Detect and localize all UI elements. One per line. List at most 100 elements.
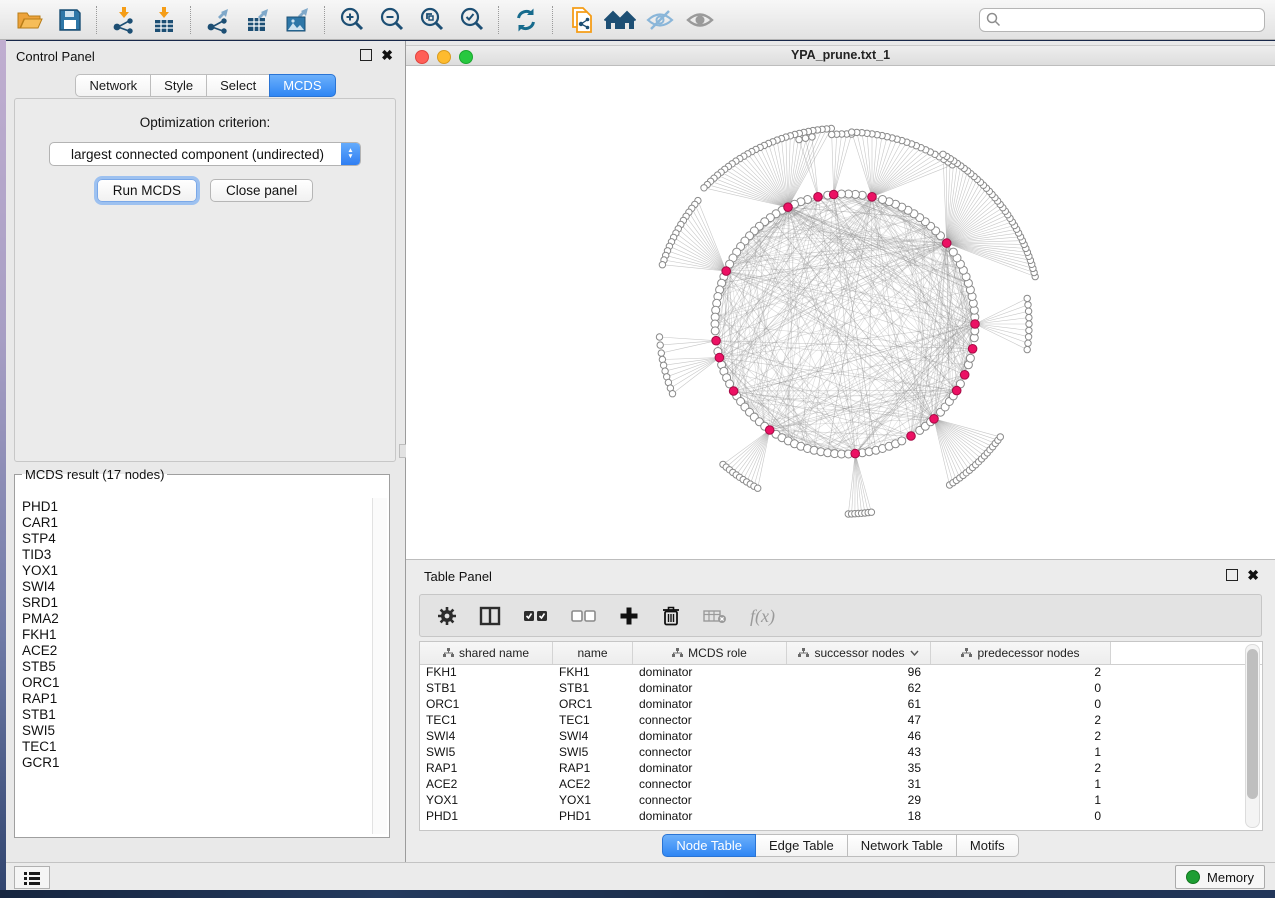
export-table-button[interactable] bbox=[238, 3, 278, 37]
import-network-icon bbox=[110, 6, 138, 34]
zoom-selected-button[interactable] bbox=[452, 3, 492, 37]
table-row[interactable]: RAP1RAP1dominator352 bbox=[420, 760, 1262, 776]
result-item: ORC1 bbox=[22, 675, 371, 691]
refresh-button[interactable] bbox=[506, 3, 546, 37]
memory-status-icon bbox=[1186, 870, 1200, 884]
network-canvas[interactable] bbox=[406, 66, 1275, 559]
tab-node-table[interactable]: Node Table bbox=[662, 834, 756, 857]
tab-select[interactable]: Select bbox=[206, 74, 270, 97]
table-row[interactable]: TEC1TEC1connector472 bbox=[420, 712, 1262, 728]
table-panel-title: Table Panel bbox=[424, 569, 492, 584]
search-input[interactable] bbox=[979, 8, 1265, 32]
select-all-button[interactable] bbox=[522, 605, 550, 627]
cell: 47 bbox=[787, 712, 931, 728]
toolbar-separator bbox=[498, 6, 500, 34]
control-panel: Control Panel ✖ NetworkStyleSelectMCDS O… bbox=[6, 41, 406, 862]
table-row[interactable]: ORC1ORC1dominator610 bbox=[420, 696, 1262, 712]
cell: 0 bbox=[931, 680, 1111, 696]
close-window-icon[interactable] bbox=[415, 50, 429, 64]
column-header-name[interactable]: name bbox=[553, 642, 633, 664]
table-row[interactable]: ACE2ACE2connector311 bbox=[420, 776, 1262, 792]
cell: 2 bbox=[931, 712, 1111, 728]
table-scrollbar[interactable] bbox=[1245, 644, 1260, 828]
duplicate-network-button[interactable] bbox=[560, 3, 600, 37]
duplicate-network-icon bbox=[566, 6, 594, 34]
eye-slash-icon bbox=[645, 7, 675, 33]
table-row[interactable]: PHD1PHD1dominator180 bbox=[420, 808, 1262, 824]
table-body: FKH1FKH1dominator962STB1STB1dominator620… bbox=[420, 664, 1262, 830]
close-table-panel-icon[interactable]: ✖ bbox=[1247, 570, 1259, 580]
column-header-MCDS-role[interactable]: MCDS role bbox=[633, 642, 787, 664]
first-neighbors-button[interactable] bbox=[600, 3, 640, 37]
cell: dominator bbox=[633, 664, 787, 680]
zoom-out-button[interactable] bbox=[372, 3, 412, 37]
zoom-fit-button[interactable] bbox=[412, 3, 452, 37]
float-table-panel-icon[interactable] bbox=[1226, 569, 1238, 581]
delete-table-icon bbox=[702, 605, 728, 627]
function-builder-button[interactable]: f(x) bbox=[748, 604, 788, 628]
deselect-all-button[interactable] bbox=[570, 605, 598, 627]
table-row[interactable]: SWI4SWI4dominator462 bbox=[420, 728, 1262, 744]
show-all-button[interactable] bbox=[680, 3, 720, 37]
mcds-result-title: MCDS result (17 nodes) bbox=[22, 467, 167, 482]
table-row[interactable]: YOX1YOX1connector291 bbox=[420, 792, 1262, 808]
table-row[interactable]: FKH1FKH1dominator962 bbox=[420, 664, 1262, 680]
run-mcds-button[interactable]: Run MCDS bbox=[97, 179, 197, 202]
scrollbar-thumb[interactable] bbox=[1247, 649, 1258, 799]
close-panel-button[interactable]: Close panel bbox=[210, 179, 313, 202]
column-header-predecessor-nodes[interactable]: predecessor nodes bbox=[931, 642, 1111, 664]
delete-column-button[interactable] bbox=[660, 605, 682, 627]
column-layout-button[interactable] bbox=[478, 605, 502, 627]
cell: SWI5 bbox=[420, 744, 553, 760]
minimize-window-icon[interactable] bbox=[437, 50, 451, 64]
close-panel-icon[interactable]: ✖ bbox=[381, 50, 393, 60]
search-icon bbox=[986, 12, 1001, 27]
search-field[interactable] bbox=[979, 8, 1265, 32]
cell: FKH1 bbox=[420, 664, 553, 680]
import-network-button[interactable] bbox=[104, 3, 144, 37]
delete-table-button[interactable] bbox=[702, 605, 728, 627]
tab-mcds[interactable]: MCDS bbox=[269, 74, 335, 97]
tab-style[interactable]: Style bbox=[150, 74, 207, 97]
unchecked-checkboxes-icon bbox=[570, 605, 598, 627]
control-panel-title: Control Panel bbox=[16, 49, 95, 64]
result-item: SWI5 bbox=[22, 723, 371, 739]
column-label: shared name bbox=[459, 646, 529, 660]
table-row[interactable]: SWI5SWI5connector431 bbox=[420, 744, 1262, 760]
save-session-button[interactable] bbox=[50, 3, 90, 37]
optimization-criterion-select[interactable]: largest connected component (undirected)… bbox=[49, 142, 361, 166]
result-item: PHD1 bbox=[22, 499, 371, 515]
mcds-result-list[interactable]: PHD1CAR1STP4TID3YOX1SWI4SRD1PMA2FKH1ACE2… bbox=[17, 499, 371, 834]
result-list-scrollbar[interactable] bbox=[372, 498, 387, 834]
cell: 96 bbox=[787, 664, 931, 680]
maximize-window-icon[interactable] bbox=[459, 50, 473, 64]
import-table-button[interactable] bbox=[144, 3, 184, 37]
hide-selected-button[interactable] bbox=[640, 3, 680, 37]
task-history-button[interactable] bbox=[14, 866, 50, 889]
table-row[interactable]: STB1STB1dominator620 bbox=[420, 680, 1262, 696]
cell: 0 bbox=[931, 808, 1111, 824]
zoom-out-icon bbox=[378, 6, 406, 34]
add-column-button[interactable] bbox=[618, 605, 640, 627]
column-header-shared-name[interactable]: shared name bbox=[420, 642, 553, 664]
network-and-table-region: YPA_prune.txt_1 Table Panel ✖ bbox=[406, 41, 1275, 862]
tab-motifs[interactable]: Motifs bbox=[956, 834, 1019, 857]
table-settings-button[interactable] bbox=[436, 605, 458, 627]
export-image-button[interactable] bbox=[278, 3, 318, 37]
open-file-button[interactable] bbox=[10, 3, 50, 37]
cell: connector bbox=[633, 744, 787, 760]
tab-network[interactable]: Network bbox=[75, 74, 151, 97]
export-network-button[interactable] bbox=[198, 3, 238, 37]
tab-network-table[interactable]: Network Table bbox=[847, 834, 957, 857]
tab-edge-table[interactable]: Edge Table bbox=[755, 834, 848, 857]
column-type-icon bbox=[672, 648, 683, 658]
table-toolbar: f(x) bbox=[419, 594, 1262, 637]
cell: ACE2 bbox=[420, 776, 553, 792]
zoom-in-button[interactable] bbox=[332, 3, 372, 37]
memory-button[interactable]: Memory bbox=[1175, 865, 1265, 889]
column-header-successor-nodes[interactable]: successor nodes bbox=[787, 642, 931, 664]
result-item: TEC1 bbox=[22, 739, 371, 755]
float-panel-icon[interactable] bbox=[360, 49, 372, 61]
import-table-icon bbox=[150, 6, 178, 34]
cell: dominator bbox=[633, 760, 787, 776]
